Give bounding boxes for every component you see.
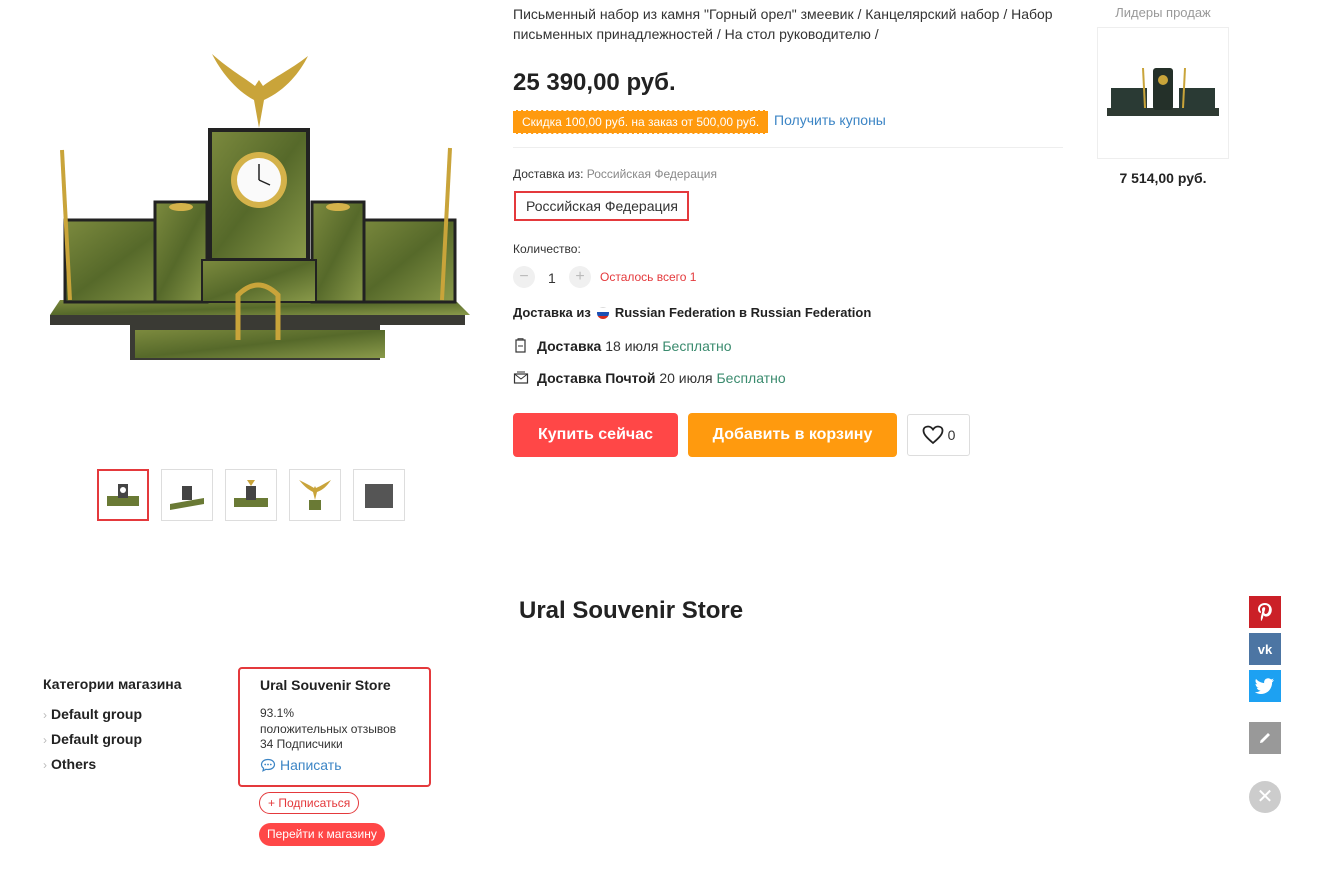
get-coupons-link[interactable]: Получить купоны — [774, 112, 886, 128]
wishlist-count: 0 — [947, 427, 956, 443]
shipping-method: Доставка Почтой — [537, 370, 656, 386]
shipping-option: Доставка Почтой 20 июля Бесплатно — [513, 370, 786, 386]
thumbnail-strip — [97, 469, 405, 521]
top-sellers-title: Лидеры продаж — [1115, 5, 1211, 20]
chat-icon — [260, 758, 276, 772]
store-category-item[interactable]: › Default group — [43, 731, 142, 747]
discount-tag: Скидка 100,00 руб. на заказ от 500,00 ру… — [513, 110, 769, 134]
add-to-cart-button[interactable]: Добавить в корзину — [688, 413, 897, 457]
shipping-option: Доставка 18 июля Бесплатно — [513, 338, 732, 354]
product-title: Письменный набор из камня "Горный орел" … — [513, 6, 1053, 42]
store-rating: 93.1% положительных отзывов — [260, 705, 396, 737]
go-to-store-button[interactable]: Перейти к магазину — [259, 823, 385, 846]
delivery-icon — [515, 338, 526, 353]
pencil-icon — [1260, 733, 1270, 743]
quantity-value[interactable]: 1 — [548, 270, 556, 286]
shipping-date: 20 июля — [659, 370, 713, 386]
message-store-link[interactable]: Написать — [260, 757, 341, 773]
pinterest-share-button[interactable] — [1249, 596, 1281, 628]
russia-flag-icon — [596, 306, 609, 319]
edit-button[interactable] — [1249, 722, 1281, 754]
store-rating-label: положительных отзывов — [260, 722, 397, 736]
category-label: Default group — [51, 731, 142, 747]
twitter-icon — [1255, 678, 1274, 694]
follow-store-button[interactable]: + Подписаться — [259, 792, 360, 814]
delivery-from-value: Российская Федерация — [586, 167, 717, 181]
top-seller-price: 7 514,00 руб. — [1119, 170, 1207, 186]
quantity-increase-button[interactable]: + — [569, 266, 591, 288]
thumbnail-5[interactable] — [353, 469, 405, 521]
product-price: 25 390,00 руб. — [513, 69, 676, 96]
stock-left: Осталось всего 1 — [600, 270, 697, 284]
pinterest-icon — [1258, 603, 1272, 621]
thumbnail-3[interactable] — [225, 469, 277, 521]
thumbnail-4[interactable] — [289, 469, 341, 521]
heart-icon — [922, 425, 943, 445]
store-info-card: Ural Souvenir Store 93.1% положительных … — [238, 667, 431, 787]
category-label: Default group — [51, 706, 142, 722]
top-seller-item-image[interactable] — [1097, 27, 1229, 159]
thumbnail-1[interactable] — [97, 469, 149, 521]
shipping-route: Доставка из Russian Federation в Russian… — [513, 305, 871, 320]
store-name[interactable]: Ural Souvenir Store — [260, 677, 391, 693]
vk-icon: vk — [1257, 641, 1273, 657]
store-rating-percent: 93.1% — [260, 706, 295, 720]
store-categories-title: Категории магазина — [43, 676, 182, 692]
thumbnail-2[interactable] — [161, 469, 213, 521]
message-label: Написать — [280, 757, 342, 773]
shipping-cost: Бесплатно — [662, 338, 732, 354]
category-label: Others — [51, 756, 97, 772]
divider — [513, 147, 1063, 148]
chevron-right-icon: › — [43, 758, 47, 772]
buy-now-button[interactable]: Купить сейчас — [513, 413, 678, 457]
shipping-route-prefix: Доставка из — [513, 305, 591, 320]
country-option[interactable]: Российская Федерация — [514, 191, 689, 221]
wishlist-button[interactable]: 0 — [907, 414, 970, 456]
shipping-cost: Бесплатно — [716, 370, 786, 386]
close-icon: ✕ — [1256, 786, 1274, 808]
store-followers: 34 Подписчики — [260, 737, 343, 751]
product-main-image[interactable] — [40, 40, 480, 400]
chevron-right-icon: › — [43, 733, 47, 747]
close-button[interactable]: ✕ — [1249, 781, 1281, 813]
shipping-method: Доставка — [537, 338, 602, 354]
store-category-item[interactable]: › Others — [43, 756, 96, 772]
mail-icon — [513, 371, 529, 384]
quantity-label: Количество: — [513, 242, 581, 256]
twitter-share-button[interactable] — [1249, 670, 1281, 702]
delivery-from-label: Доставка из: Российская Федерация — [513, 167, 717, 181]
store-category-item[interactable]: › Default group — [43, 706, 142, 722]
shipping-route-text: Russian Federation в Russian Federation — [614, 305, 872, 320]
delivery-from-prefix: Доставка из: — [513, 167, 584, 181]
chevron-right-icon: › — [43, 708, 47, 722]
shipping-date: 18 июля — [605, 338, 659, 354]
vk-share-button[interactable]: vk — [1249, 633, 1281, 665]
store-heading: Ural Souvenir Store — [519, 597, 744, 624]
quantity-decrease-button[interactable]: − — [513, 266, 535, 288]
